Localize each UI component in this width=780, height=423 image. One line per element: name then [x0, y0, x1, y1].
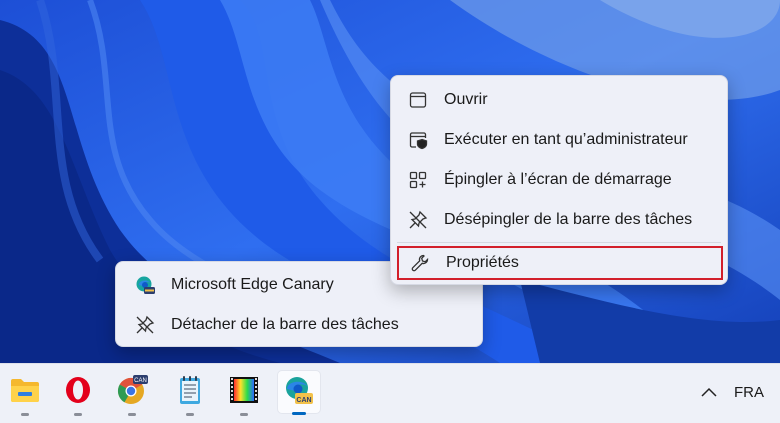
running-indicator [186, 413, 194, 416]
opera-icon [64, 376, 92, 409]
taskbar: CAN CAN [0, 363, 780, 423]
active-indicator [292, 412, 306, 415]
unpin-icon [408, 210, 428, 230]
taskbar-edge-canary[interactable]: CAN [277, 370, 321, 415]
unpin-from-taskbar-item[interactable]: Détacher de la barre des tâches [116, 305, 482, 345]
chrome-canary-badge: CAN [134, 378, 147, 384]
menu-item-unpin-taskbar-label: Désépingler de la barre des tâches [444, 211, 693, 228]
chevron-up-icon [701, 384, 717, 402]
menu-item-properties[interactable]: Propriétés [397, 246, 723, 280]
wrench-icon [410, 253, 430, 273]
edge-canary-badge: CAN [296, 397, 311, 404]
pin-to-start-icon [408, 170, 428, 190]
file-explorer-icon [10, 376, 40, 409]
taskbar-opera[interactable] [56, 370, 100, 416]
menu-item-open[interactable]: Ouvrir [391, 80, 727, 120]
menu-item-open-label: Ouvrir [444, 91, 488, 108]
taskbar-chrome-canary[interactable]: CAN [110, 370, 154, 416]
edge-canary-icon [135, 275, 155, 295]
menu-item-unpin-taskbar[interactable]: Désépingler de la barre des tâches [391, 200, 727, 240]
jump-list-app-label: Microsoft Edge Canary [171, 276, 334, 293]
window-icon [408, 90, 428, 110]
taskbar-file-explorer[interactable] [3, 370, 47, 416]
media-app-icon [229, 376, 259, 409]
shield-window-icon [408, 130, 428, 150]
menu-item-run-as-admin-label: Exécuter en tant qu’administrateur [444, 131, 688, 148]
notepad-icon [178, 375, 202, 410]
input-language-indicator[interactable]: FRA [734, 376, 764, 410]
menu-item-run-as-admin[interactable]: Exécuter en tant qu’administrateur [391, 120, 727, 160]
running-indicator [21, 413, 29, 416]
taskbar-media-app[interactable] [222, 370, 266, 416]
unpin-icon [135, 315, 155, 335]
unpin-from-taskbar-label: Détacher de la barre des tâches [171, 316, 399, 333]
edge-canary-icon: CAN [283, 374, 315, 411]
running-indicator [240, 413, 248, 416]
taskbar-notepad[interactable] [168, 370, 212, 416]
menu-item-pin-to-start[interactable]: Épingler à l’écran de démarrage [391, 160, 727, 200]
menu-separator [397, 242, 721, 243]
menu-item-pin-to-start-label: Épingler à l’écran de démarrage [444, 171, 672, 188]
chrome-canary-icon: CAN [116, 374, 148, 411]
running-indicator [128, 413, 136, 416]
show-hidden-icons-button[interactable] [697, 375, 721, 411]
context-menu: Ouvrir Exécuter en tant qu’administrateu… [390, 75, 728, 285]
menu-item-properties-label: Propriétés [446, 254, 519, 271]
running-indicator [74, 413, 82, 416]
